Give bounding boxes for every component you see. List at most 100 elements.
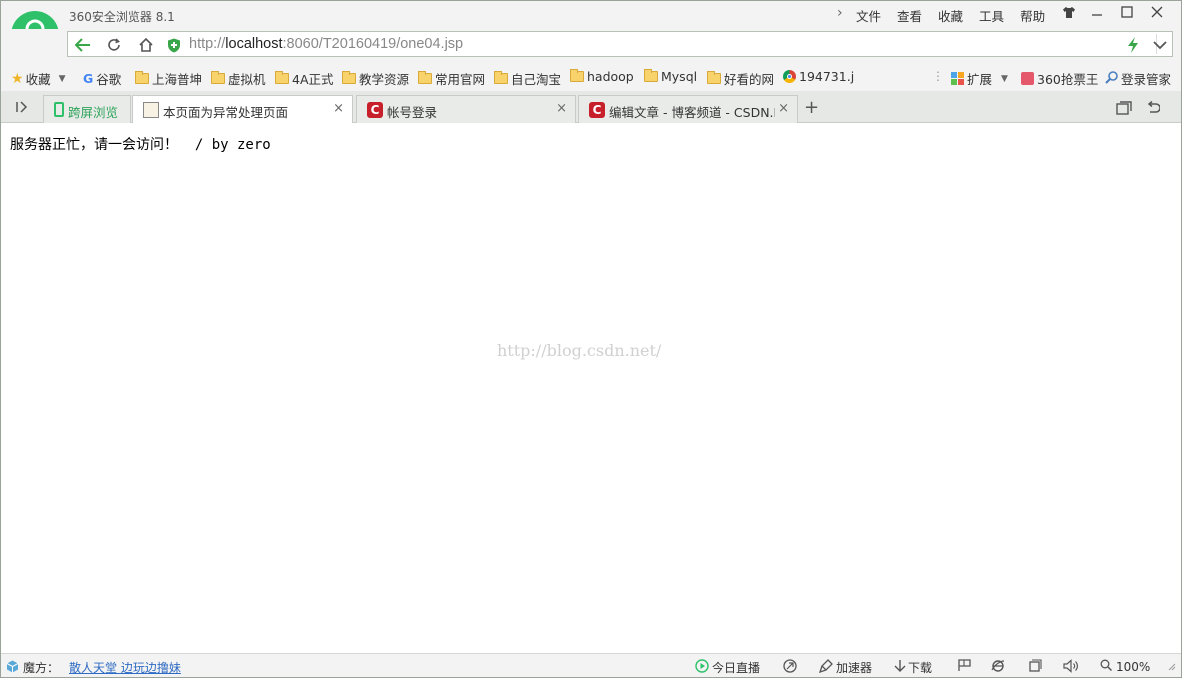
tab-label: 帐号登录 xyxy=(387,105,438,120)
bookmark-label: 自己淘宝 xyxy=(511,72,562,87)
caret-down-icon[interactable]: ▼ xyxy=(1001,74,1008,84)
csdn-logo-icon: C xyxy=(589,102,605,118)
bookmark-label: 常用官网 xyxy=(435,72,486,87)
bookmark-folder[interactable]: 自己淘宝 xyxy=(494,69,561,88)
ticket-extension[interactable]: 360抢票王 xyxy=(1021,69,1098,88)
page-icon xyxy=(143,102,159,118)
window-square-icon[interactable] xyxy=(1029,659,1042,672)
bookmark-site[interactable]: 194731.j xyxy=(783,69,854,84)
caret-down-icon[interactable]: ▼ xyxy=(59,74,66,84)
security-shield-icon[interactable] xyxy=(162,35,186,55)
folder-icon xyxy=(644,69,658,82)
menu-help[interactable]: 帮助 xyxy=(1020,6,1045,25)
new-tab-button[interactable]: + xyxy=(804,97,819,118)
status-bar: 魔方： 散人天堂 边玩边撸妹 今日直播 加速器 下载 100% xyxy=(1,653,1181,677)
bookmark-google[interactable]: G 谷歌 xyxy=(83,69,121,88)
csdn-logo-icon: C xyxy=(367,102,383,118)
folder-icon xyxy=(342,71,356,84)
url-path: :8060/T20160419/one04.jsp xyxy=(282,36,464,52)
chevron-down-icon[interactable] xyxy=(1148,35,1172,55)
bookmark-favorites[interactable]: ★ 收藏 ▼ xyxy=(11,69,66,88)
zoom-magnifier-icon xyxy=(1100,659,1113,674)
download-arrow-icon xyxy=(894,659,906,676)
sidebar-toggle-icon[interactable] xyxy=(15,100,29,117)
bookmark-folder[interactable]: hadoop xyxy=(570,69,634,84)
folder-icon xyxy=(418,71,432,84)
magnifier-key-icon xyxy=(1105,70,1119,87)
tab-label: 本页面为异常处理页面 xyxy=(163,105,289,120)
bookmark-favorites-label: 收藏 xyxy=(25,72,51,87)
bookmarks-bar: ★ 收藏 ▼ G 谷歌 上海普坤 虚拟机 4A正式 教学资源 常用官网 自己淘宝… xyxy=(1,61,1181,91)
tab-account-login[interactable]: C 帐号登录 × xyxy=(356,95,576,123)
bookmark-label: 教学资源 xyxy=(359,72,410,87)
url-scheme: http:// xyxy=(189,36,226,52)
menu-favorites[interactable]: 收藏 xyxy=(938,6,963,25)
chevron-right-icon[interactable]: › xyxy=(837,5,843,21)
bookmark-label: 好看的网 xyxy=(724,72,775,87)
speaker-icon[interactable] xyxy=(1063,659,1079,673)
extensions-button[interactable]: 扩展 ▼ xyxy=(951,69,1008,88)
folder-icon xyxy=(211,71,225,84)
page-content: 服务器正忙，请一会访问！ / by zero http://blog.csdn.… xyxy=(1,123,1181,653)
home-icon[interactable] xyxy=(134,35,158,55)
bookmark-label: 4A正式 xyxy=(292,72,334,87)
skin-shirt-icon[interactable] xyxy=(1056,1,1082,23)
download-button[interactable]: 下载 xyxy=(894,659,932,676)
zoom-control[interactable]: 100% xyxy=(1100,659,1150,674)
bookmark-folder[interactable]: Mysql xyxy=(644,69,697,84)
maximize-button[interactable] xyxy=(1112,1,1142,23)
close-tab-icon[interactable]: × xyxy=(778,101,789,116)
bookmark-label: 虚拟机 xyxy=(228,72,266,87)
bookmark-label: 上海普坤 xyxy=(152,72,203,87)
tab-list-icon[interactable] xyxy=(1116,101,1132,118)
menu-tools[interactable]: 工具 xyxy=(979,6,1004,25)
rocket-icon xyxy=(818,659,833,676)
bookmark-folder[interactable]: 上海普坤 xyxy=(135,69,202,88)
accelerator-button[interactable]: 加速器 xyxy=(818,659,872,676)
lightning-icon[interactable] xyxy=(1121,35,1145,55)
live-label: 今日直播 xyxy=(712,661,761,675)
tab-label: 跨屏浏览 xyxy=(68,105,119,120)
refresh-icon[interactable] xyxy=(102,35,126,55)
url-host: localhost xyxy=(225,36,283,52)
address-bar[interactable]: http://localhost:8060/T20160419/one04.js… xyxy=(67,31,1173,57)
mofang-link[interactable]: 散人天堂 边玩边撸妹 xyxy=(69,659,181,676)
feather-icon[interactable] xyxy=(783,659,797,673)
menu-view[interactable]: 查看 xyxy=(897,6,922,25)
bookmark-folder[interactable]: 教学资源 xyxy=(342,69,409,88)
mofang-widget: 魔方： xyxy=(6,659,59,676)
play-circle-icon xyxy=(695,659,709,676)
undo-close-tab-icon[interactable] xyxy=(1146,100,1161,118)
folder-icon xyxy=(570,69,584,82)
folder-icon xyxy=(275,71,289,84)
bookmark-folder[interactable]: 好看的网 xyxy=(707,69,774,88)
error-message: 服务器正忙，请一会访问！ / by zero xyxy=(10,137,271,153)
ticket-label: 360抢票王 xyxy=(1037,72,1099,87)
live-button[interactable]: 今日直播 xyxy=(695,659,760,676)
bookmarks-overflow-icon[interactable]: ⋮ xyxy=(932,69,944,83)
window-controls xyxy=(1056,1,1172,23)
close-tab-icon[interactable]: × xyxy=(333,101,344,116)
bookmark-folder[interactable]: 虚拟机 xyxy=(211,69,266,88)
tab-edit-article[interactable]: C 编辑文章 - 博客频道 - CSDN.N × xyxy=(578,95,798,123)
close-button[interactable] xyxy=(1142,1,1172,23)
tab-error-page[interactable]: 本页面为异常处理页面 × xyxy=(132,95,353,124)
back-arrow-icon[interactable] xyxy=(71,35,95,55)
watermark: http://blog.csdn.net/ xyxy=(497,341,662,360)
menu-file[interactable]: 文件 xyxy=(856,6,881,25)
minimize-button[interactable] xyxy=(1082,1,1112,23)
zoom-level: 100% xyxy=(1116,659,1151,674)
url-text[interactable]: http://localhost:8060/T20160419/one04.js… xyxy=(189,36,463,52)
tab-cross-screen[interactable]: 跨屏浏览 xyxy=(43,95,131,123)
bookmark-folder[interactable]: 4A正式 xyxy=(275,69,334,88)
close-tab-icon[interactable]: × xyxy=(556,101,567,116)
flag-icon[interactable] xyxy=(958,659,971,672)
download-label: 下载 xyxy=(908,661,933,675)
bookmark-folder[interactable]: 常用官网 xyxy=(418,69,485,88)
mofang-label: 魔方： xyxy=(23,661,60,675)
mofang-link-text: 散人天堂 边玩边撸妹 xyxy=(69,661,181,675)
resize-grip-icon[interactable] xyxy=(1166,661,1176,671)
ie-icon[interactable] xyxy=(991,659,1005,673)
cube-icon xyxy=(6,660,19,676)
login-manager-extension[interactable]: 登录管家 xyxy=(1105,69,1171,88)
